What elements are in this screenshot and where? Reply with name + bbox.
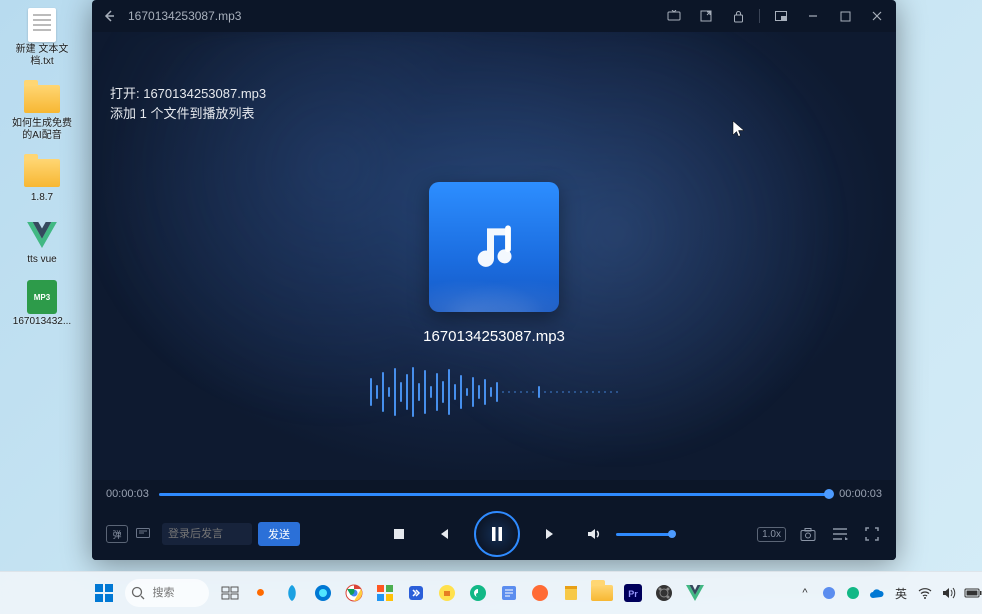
tv-mode-button[interactable] xyxy=(663,5,685,27)
back-button[interactable] xyxy=(100,7,118,25)
taskbar-app[interactable] xyxy=(371,579,399,607)
lock-button[interactable] xyxy=(727,5,749,27)
desktop-icon-vue[interactable]: tts vue xyxy=(6,218,78,266)
taskbar-app[interactable] xyxy=(340,579,368,607)
snapshot-button[interactable] xyxy=(798,524,818,544)
wifi-icon[interactable] xyxy=(916,584,934,602)
taskbar-app[interactable] xyxy=(402,579,430,607)
taskbar-app[interactable] xyxy=(309,579,337,607)
tray-icon[interactable] xyxy=(820,584,838,602)
task-view-button[interactable] xyxy=(216,579,244,607)
volume-thumb[interactable] xyxy=(668,530,676,538)
playback-speed[interactable]: 1.0x xyxy=(757,527,786,542)
mini-mode-button[interactable] xyxy=(695,5,717,27)
volume-slider[interactable] xyxy=(616,533,672,536)
taskbar-app[interactable] xyxy=(495,579,523,607)
desktop-icon-label: 如何生成免费的AI配音 xyxy=(10,118,74,142)
onedrive-icon[interactable] xyxy=(868,584,886,602)
taskbar-app[interactable] xyxy=(464,579,492,607)
svg-text:Pr: Pr xyxy=(628,589,638,599)
status-messages: 打开: 1670134253087.mp3 添加 1 个文件到播放列表 xyxy=(110,84,266,124)
desktop-icon-folder[interactable]: 1.8.7 xyxy=(6,156,78,204)
status-line: 打开: 1670134253087.mp3 xyxy=(110,84,266,104)
desktop-icon-label: 167013432... xyxy=(13,316,71,328)
fullscreen-button[interactable] xyxy=(862,524,882,544)
maximize-button[interactable] xyxy=(834,5,856,27)
total-time: 00:00:03 xyxy=(839,488,882,500)
danmu-send-button[interactable]: 发送 xyxy=(258,522,300,546)
taskbar-app[interactable] xyxy=(278,579,306,607)
progress-fill xyxy=(159,493,829,496)
taskbar-app[interactable] xyxy=(681,579,709,607)
danmu-input[interactable] xyxy=(162,523,252,545)
battery-icon[interactable] xyxy=(964,584,982,602)
taskbar-app[interactable] xyxy=(588,579,616,607)
status-line: 添加 1 个文件到播放列表 xyxy=(110,104,266,124)
mp3-file-icon: MP3 xyxy=(27,280,57,314)
volume-button[interactable] xyxy=(582,521,608,547)
next-button[interactable] xyxy=(538,521,564,547)
album-art xyxy=(429,182,559,312)
progress-thumb[interactable] xyxy=(824,489,834,499)
progress-bar-row: 00:00:03 00:00:03 xyxy=(92,480,896,508)
desktop-icon-label: 1.8.7 xyxy=(31,192,53,204)
window-title: 1670134253087.mp3 xyxy=(128,9,241,23)
track-name: 1670134253087.mp3 xyxy=(423,328,565,345)
tray-chevron-up-icon[interactable]: ^ xyxy=(796,584,814,602)
compact-button[interactable] xyxy=(770,5,792,27)
taskbar-app[interactable] xyxy=(526,579,554,607)
desktop-icon-label: tts vue xyxy=(27,254,56,266)
system-tray: ^ 英 xyxy=(796,584,982,602)
ime-indicator[interactable]: 英 xyxy=(892,584,910,602)
taskbar-search[interactable] xyxy=(125,579,209,607)
playlist-button[interactable] xyxy=(830,524,850,544)
start-button[interactable] xyxy=(90,579,118,607)
close-button[interactable] xyxy=(866,5,888,27)
previous-button[interactable] xyxy=(430,521,456,547)
taskbar-app[interactable] xyxy=(650,579,678,607)
desktop: 新建 文本文档.txt 如何生成免费的AI配音 1.8.7 tts vue MP… xyxy=(0,0,982,614)
vue-icon xyxy=(27,222,57,248)
taskbar-app[interactable]: ● xyxy=(247,579,275,607)
folder-icon xyxy=(591,585,613,601)
danmu-toggle[interactable]: 弹 xyxy=(106,525,128,543)
player-controls: 弹 发送 1.0x xyxy=(92,508,896,560)
danmu-settings-icon[interactable] xyxy=(134,525,152,543)
search-icon xyxy=(131,586,145,600)
progress-track[interactable] xyxy=(159,493,829,496)
desktop-icon-folder[interactable]: 如何生成免费的AI配音 xyxy=(6,82,78,142)
taskbar: ● Pr ^ 英 xyxy=(0,571,982,614)
music-note-icon xyxy=(466,219,522,275)
volume-icon[interactable] xyxy=(940,584,958,602)
tray-icon[interactable] xyxy=(844,584,862,602)
titlebar: 1670134253087.mp3 xyxy=(92,0,896,32)
text-file-icon xyxy=(28,8,56,42)
search-input[interactable] xyxy=(151,586,199,600)
minimize-button[interactable] xyxy=(802,5,824,27)
folder-icon xyxy=(24,159,60,187)
desktop-icon-txt[interactable]: 新建 文本文档.txt xyxy=(6,8,78,68)
desktop-icon-label: 新建 文本文档.txt xyxy=(10,44,74,68)
play-pause-button[interactable] xyxy=(474,511,520,557)
player-stage: 打开: 1670134253087.mp3 添加 1 个文件到播放列表 1670… xyxy=(92,32,896,480)
folder-icon xyxy=(24,85,60,113)
elapsed-time: 00:00:03 xyxy=(106,488,149,500)
taskbar-app[interactable] xyxy=(433,579,461,607)
audio-waveform xyxy=(370,364,618,420)
taskbar-app[interactable] xyxy=(557,579,585,607)
desktop-icon-mp3[interactable]: MP3 167013432... xyxy=(6,280,78,328)
desktop-icons: 新建 文本文档.txt 如何生成免费的AI配音 1.8.7 tts vue MP… xyxy=(6,8,78,328)
stop-button[interactable] xyxy=(386,521,412,547)
taskbar-app[interactable]: Pr xyxy=(619,579,647,607)
media-player-window: 1670134253087.mp3 打开: 1670134253087.mp3 … xyxy=(92,0,896,560)
separator xyxy=(759,9,760,23)
